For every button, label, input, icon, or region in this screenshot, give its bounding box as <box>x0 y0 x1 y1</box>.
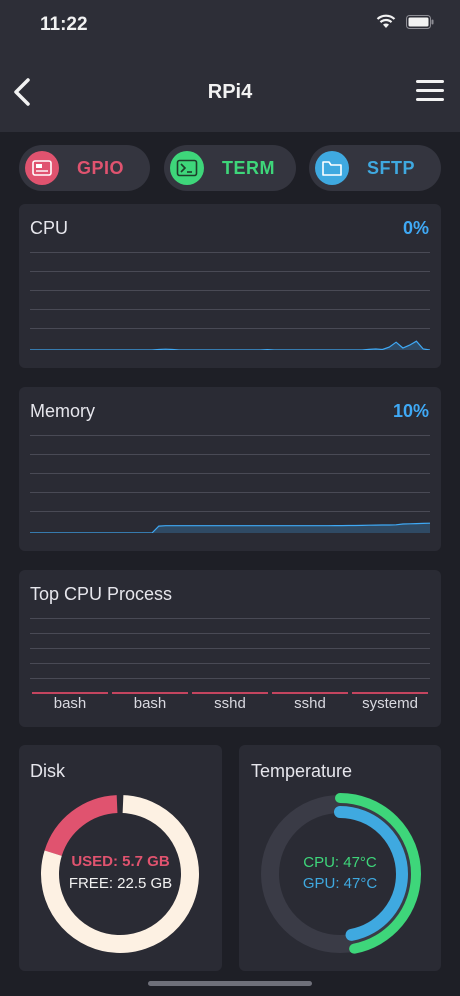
menu-button[interactable] <box>416 80 444 104</box>
cpu-title: CPU <box>30 218 69 238</box>
process-bar <box>352 692 428 694</box>
top-cpu-chart: bash bash sshd sshd systemd <box>30 570 430 727</box>
cpu-card: CPU 0% <box>19 204 441 368</box>
gpio-button[interactable]: GPIO <box>19 145 150 191</box>
memory-card: Memory 10% <box>19 387 441 551</box>
cpu-series-area <box>30 341 430 350</box>
nav-bar: RPi4 <box>0 50 460 132</box>
term-label: TERM <box>222 157 275 178</box>
process-bar <box>192 692 268 694</box>
folder-icon <box>315 151 349 185</box>
status-time: 11:22 <box>40 14 88 35</box>
disk-card: Disk USED: 5.7 GB FREE: 22.5 GB <box>19 745 222 971</box>
terminal-icon <box>170 151 204 185</box>
memory-value: 10% <box>392 401 429 421</box>
process-label: sshd <box>214 695 246 712</box>
battery-icon <box>406 14 434 34</box>
status-bar: 11:22 <box>0 0 460 50</box>
sftp-label: SFTP <box>367 157 416 178</box>
process-bar <box>32 692 108 694</box>
cpu-temp: CPU: 47°C <box>303 854 377 871</box>
sftp-button[interactable]: SFTP <box>309 145 441 191</box>
temperature-card: Temperature CPU: 47°C GPU: 47°C <box>239 745 441 971</box>
process-bar <box>112 692 188 694</box>
gpu-temp: GPU: 47°C <box>302 875 378 892</box>
cpu-value: 0% <box>402 218 429 238</box>
cpu-series-line <box>30 340 430 350</box>
disk-free: FREE: 22.5 GB <box>68 875 173 892</box>
page-title: RPi4 <box>207 81 253 103</box>
temperature-track <box>261 795 419 953</box>
gpio-chip-icon <box>25 151 59 185</box>
disk-used: USED: 5.7 GB <box>71 853 170 870</box>
status-icons <box>376 14 434 34</box>
hamburger-icon <box>416 80 444 83</box>
process-label: bash <box>133 695 167 712</box>
process-label: systemd <box>362 695 418 712</box>
gpio-label: GPIO <box>77 157 125 178</box>
home-indicator <box>148 981 312 986</box>
top-cpu-card: Top CPU Process bash bash sshd sshd systemd <box>19 570 441 727</box>
memory-chart <box>30 522 430 533</box>
wifi-icon <box>376 14 396 34</box>
process-label: bash <box>53 695 87 712</box>
cpu-chart <box>30 340 430 350</box>
process-bar <box>272 692 348 694</box>
process-label: sshd <box>294 695 326 712</box>
memory-title: Memory <box>30 401 96 421</box>
term-button[interactable]: TERM <box>164 145 296 191</box>
